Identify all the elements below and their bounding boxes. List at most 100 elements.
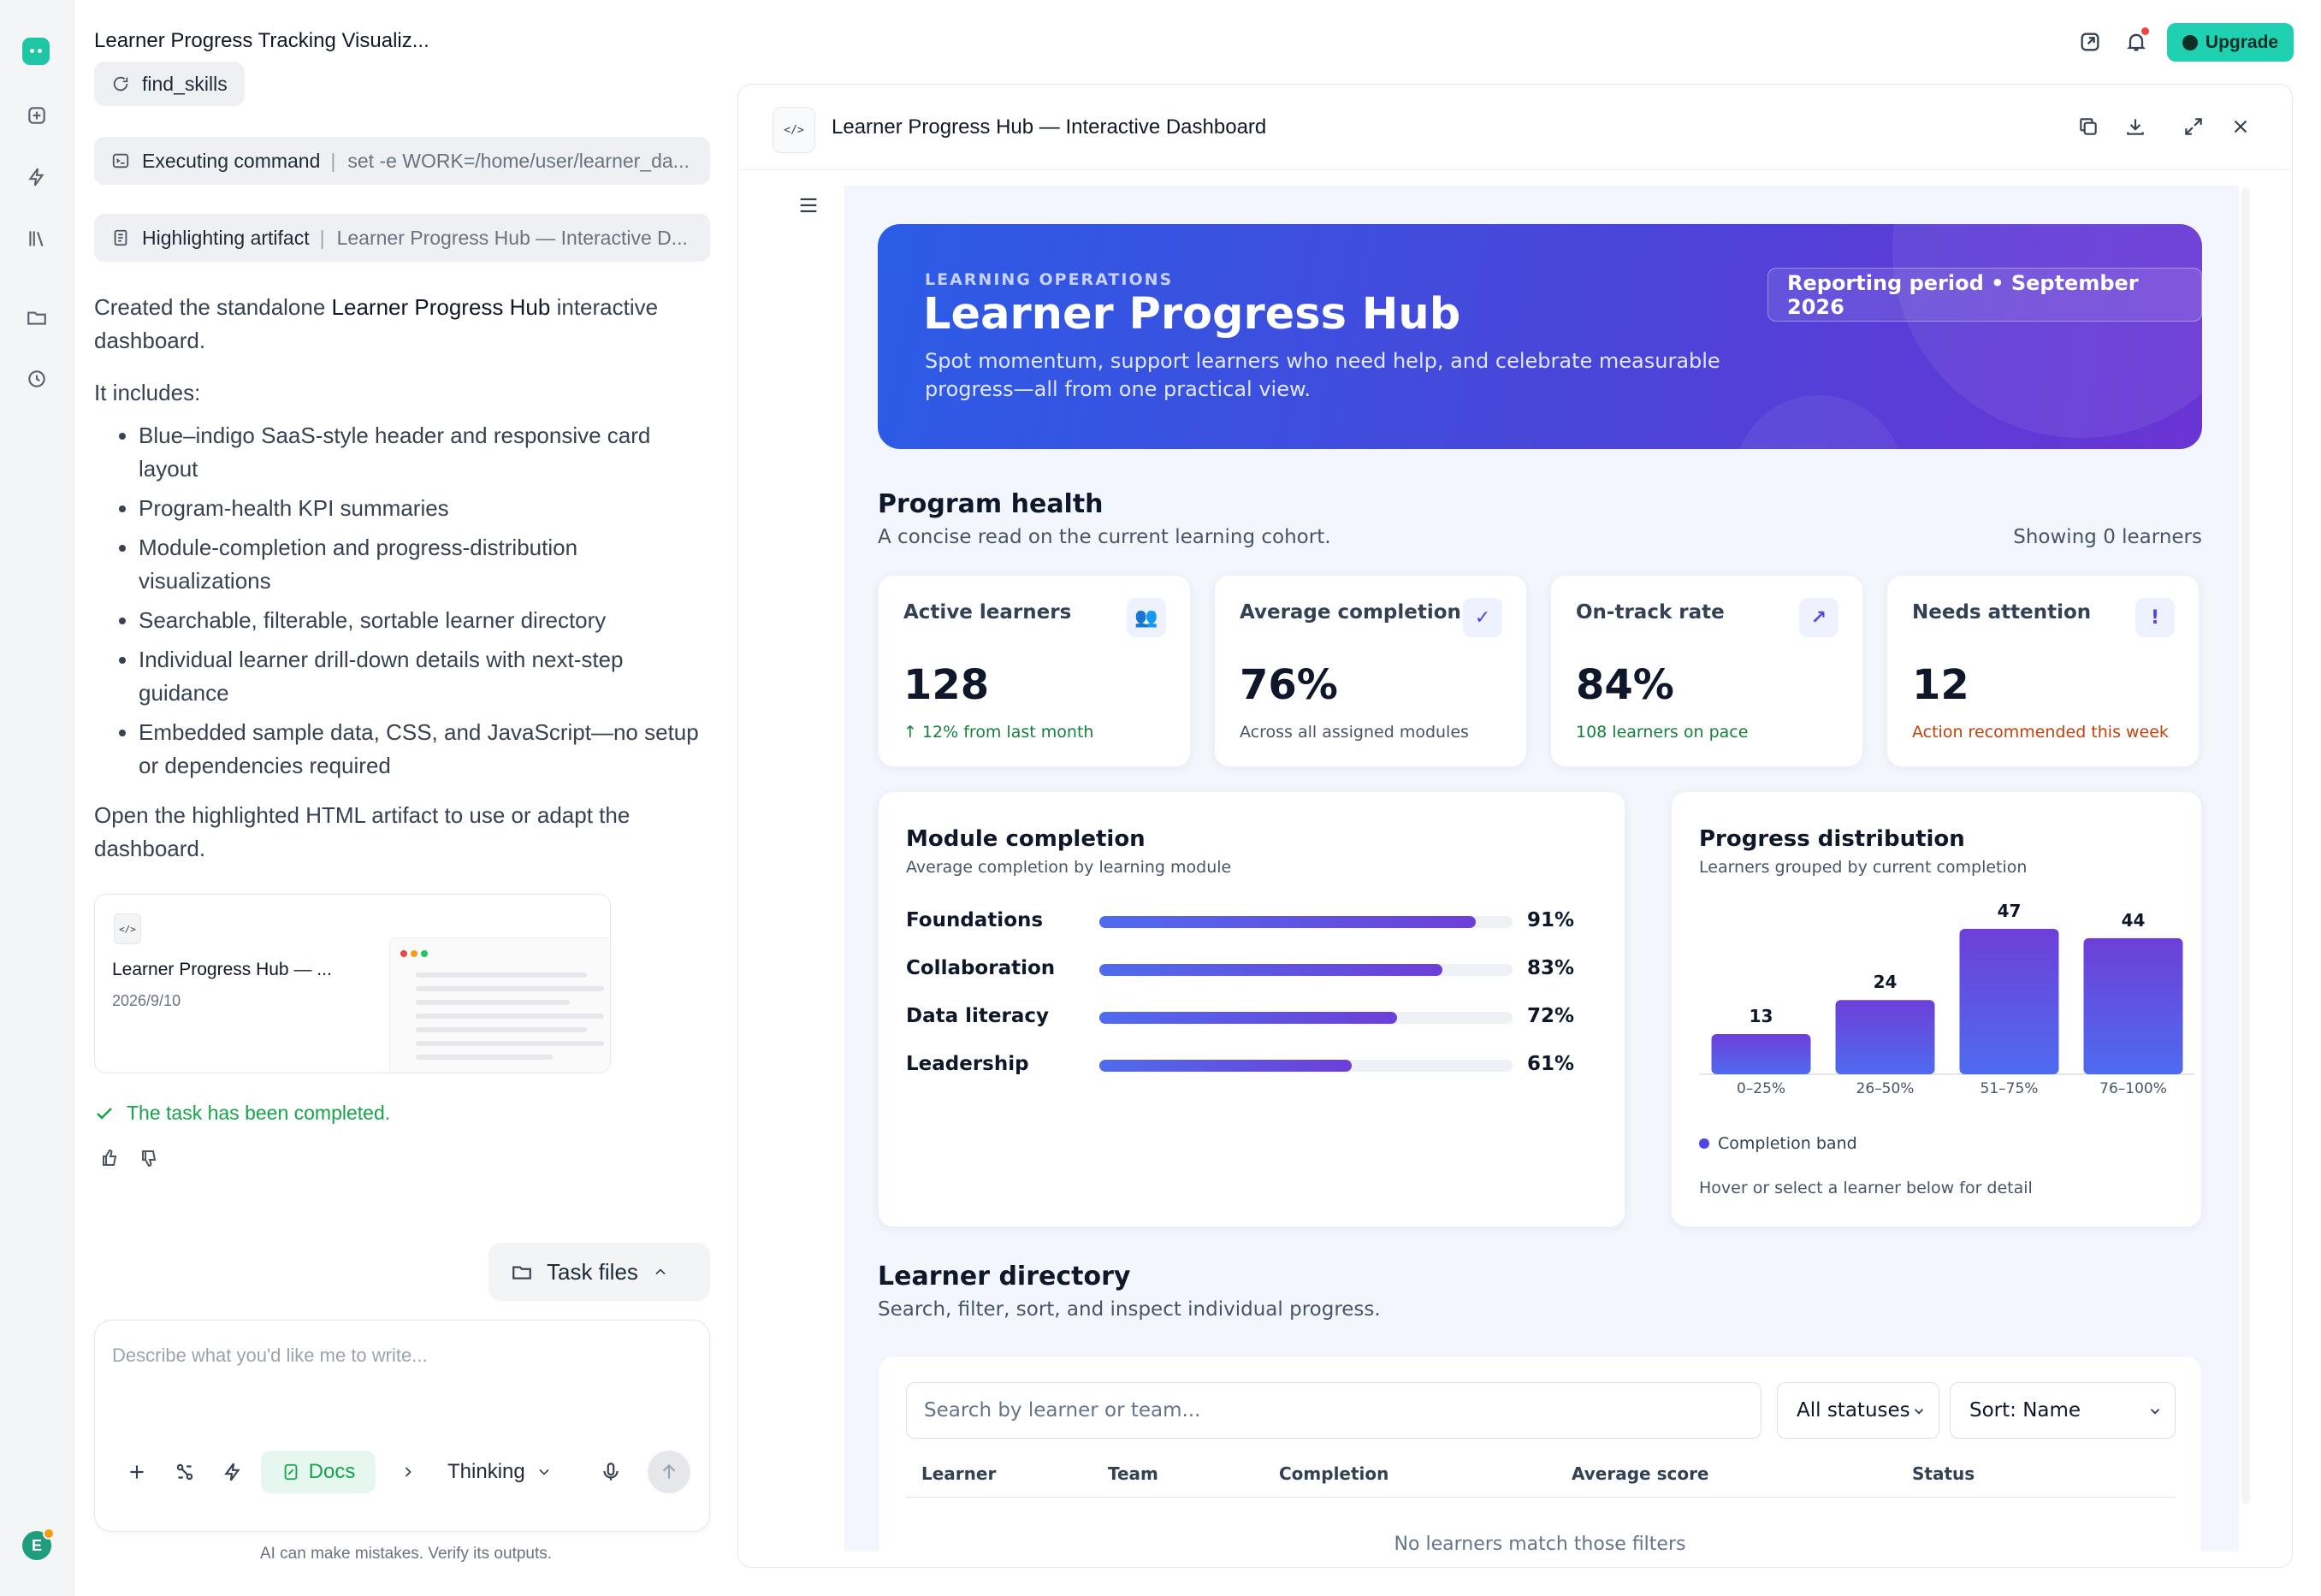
- thumbs-up-icon[interactable]: [100, 1148, 122, 1170]
- user-avatar[interactable]: E: [22, 1528, 55, 1560]
- table-of-contents-icon[interactable]: [794, 191, 823, 220]
- conversation-title[interactable]: Learner Progress Tracking Visualiz...: [94, 29, 429, 53]
- new-chat-icon[interactable]: [25, 103, 49, 127]
- progress-distribution-chart: 13 0–25% 24 26–50% 47 51–75% 44 76–100%: [1699, 895, 2195, 1100]
- step-detail: set -e WORK=/home/user/learner_da...: [347, 149, 690, 172]
- message-composer[interactable]: Describe what you'd like me to write... …: [94, 1320, 710, 1532]
- tools-icon[interactable]: [163, 1451, 206, 1493]
- step-label: Executing command: [142, 149, 321, 172]
- task-files-label: Task files: [547, 1258, 638, 1285]
- chart-bar[interactable]: [1959, 929, 2059, 1074]
- kpi-note: ↑ 12% from last month: [903, 723, 1094, 742]
- kpi-value: 128: [903, 661, 990, 709]
- copy-icon[interactable]: [2074, 112, 2103, 141]
- chevron-down-icon: [1914, 1409, 1924, 1415]
- upgrade-button[interactable]: Upgrade: [2167, 23, 2294, 62]
- column-header-learner[interactable]: Learner: [921, 1463, 996, 1484]
- learner-directory-title: Learner directory: [878, 1262, 1131, 1292]
- module-row[interactable]: Collaboration 83%: [906, 955, 1590, 981]
- x-tick-label: 26–50%: [1856, 1080, 1915, 1097]
- progress-distribution-subtitle: Learners grouped by current completion: [1699, 858, 2028, 877]
- task-files-button[interactable]: Task files: [488, 1243, 710, 1301]
- feature-list: Blue–indigo SaaS-style header and respon…: [94, 419, 710, 789]
- module-row[interactable]: Data literacy 72%: [906, 1003, 1590, 1029]
- x-tick-label: 51–75%: [1981, 1080, 2039, 1097]
- lightning-icon[interactable]: [211, 1451, 254, 1493]
- sort-value: Sort: Name: [1969, 1399, 2081, 1422]
- column-header-team[interactable]: Team: [1108, 1463, 1158, 1484]
- terminal-icon: [111, 151, 130, 170]
- add-attachment-icon[interactable]: [115, 1451, 158, 1493]
- step-executing-command[interactable]: Executing command | set -e WORK=/home/us…: [94, 137, 710, 185]
- hero-eyebrow: LEARNING OPERATIONS: [925, 270, 1174, 289]
- bar-chart-svg: 13 0–25% 24 26–50% 47 51–75% 44 76–100%: [1699, 901, 2195, 1097]
- kpi-note: 108 learners on pace: [1576, 723, 1749, 742]
- module-row[interactable]: Foundations 91%: [906, 907, 1590, 933]
- left-rail: E: [0, 0, 74, 1596]
- status-filter-select[interactable]: All statuses: [1777, 1382, 1939, 1439]
- sort-select[interactable]: Sort: Name: [1950, 1382, 2176, 1439]
- learner-search-input[interactable]: Search by learner or team...: [906, 1382, 1761, 1439]
- hero-banner: LEARNING OPERATIONS Learner Progress Hub…: [878, 224, 2202, 449]
- thinking-mode-dropdown[interactable]: Thinking: [447, 1451, 553, 1493]
- docs-mode-button[interactable]: Docs: [261, 1451, 376, 1493]
- thumbs-down-icon[interactable]: [139, 1148, 162, 1170]
- module-row[interactable]: Leadership 61%: [906, 1051, 1590, 1077]
- chevron-right-icon[interactable]: [391, 1451, 425, 1493]
- notification-bell-icon[interactable]: [2122, 27, 2151, 56]
- step-label: find_skills: [142, 72, 228, 95]
- kpi-active-learners: Active learners 👥 128 ↑ 12% from last mo…: [878, 575, 1191, 767]
- column-header-completion[interactable]: Completion: [1279, 1463, 1388, 1484]
- chart-bar[interactable]: [1711, 1033, 1811, 1074]
- composer-input[interactable]: Describe what you'd like me to write...: [112, 1345, 428, 1367]
- document-icon: [111, 228, 130, 247]
- artifact-card[interactable]: </> Learner Progress Hub — ... 2026/9/10: [94, 894, 611, 1073]
- send-button[interactable]: [648, 1451, 690, 1493]
- module-percent: 72%: [1527, 1005, 1575, 1027]
- arrow-up-icon: [662, 1463, 676, 1479]
- status-filter-value: All statuses: [1797, 1399, 1910, 1422]
- app-logo-icon[interactable]: [22, 38, 50, 65]
- close-icon[interactable]: [2226, 112, 2255, 141]
- bar-value-label: 47: [1998, 901, 2022, 921]
- intro-bold: Learner Progress Hub: [331, 294, 551, 320]
- module-progress-fill: [1099, 1012, 1397, 1024]
- module-name: Foundations: [906, 909, 1044, 931]
- column-header-average-score[interactable]: Average score: [1572, 1463, 1709, 1484]
- thinking-label: Thinking: [447, 1460, 525, 1483]
- share-icon[interactable]: [2075, 27, 2105, 56]
- upgrade-label: Upgrade: [2205, 32, 2279, 52]
- step-highlighting-artifact[interactable]: Highlighting artifact | Learner Progress…: [94, 214, 710, 262]
- kpi-value: 76%: [1240, 661, 1338, 709]
- microphone-icon[interactable]: [589, 1451, 632, 1493]
- expand-icon[interactable]: [2179, 112, 2208, 141]
- lightning-icon[interactable]: [25, 165, 49, 189]
- history-icon[interactable]: [25, 367, 49, 391]
- learner-directory-card: Search by learner or team... All statuse…: [878, 1356, 2202, 1552]
- kpi-label: On-track rate: [1576, 601, 1725, 624]
- bar-value-label: 44: [2122, 910, 2146, 931]
- library-icon[interactable]: [25, 227, 49, 251]
- program-health-subtitle: A concise read on the current learning c…: [878, 526, 1331, 548]
- reporting-period-badge: Reporting period • September 2026: [1767, 268, 2202, 322]
- list-item: Module-completion and progress-distribut…: [139, 531, 710, 598]
- step-find-skills[interactable]: find_skills: [94, 62, 245, 106]
- progress-distribution-card: Progress distribution Learners grouped b…: [1671, 791, 2202, 1227]
- chart-bar[interactable]: [1835, 1000, 1935, 1074]
- download-icon[interactable]: [2121, 112, 2150, 141]
- column-header-status[interactable]: Status: [1912, 1463, 1975, 1484]
- kpi-needs-attention: Needs attention ! 12 Action recommended …: [1886, 575, 2200, 767]
- hero-title: Learner Progress Hub: [923, 289, 1461, 340]
- hero-subtitle: Spot momentum, support learners who need…: [925, 349, 1720, 401]
- chart-bar[interactable]: [2083, 937, 2183, 1074]
- chat-column: find_skills Executing command | set -e W…: [74, 60, 737, 1596]
- status-text: The task has been completed.: [127, 1102, 391, 1124]
- avatar-badge: [43, 1528, 55, 1540]
- showing-count: Showing 0 learners: [2013, 526, 2202, 548]
- step-detail: Learner Progress Hub — Interactive D...: [336, 226, 688, 249]
- artifact-card-date: 2026/9/10: [112, 992, 181, 1009]
- empty-state-message: No learners match those filters: [1394, 1534, 1686, 1552]
- kpi-note: Action recommended this week: [1912, 723, 2169, 742]
- scrollbar[interactable]: [2241, 187, 2250, 1504]
- folder-icon[interactable]: [25, 305, 49, 329]
